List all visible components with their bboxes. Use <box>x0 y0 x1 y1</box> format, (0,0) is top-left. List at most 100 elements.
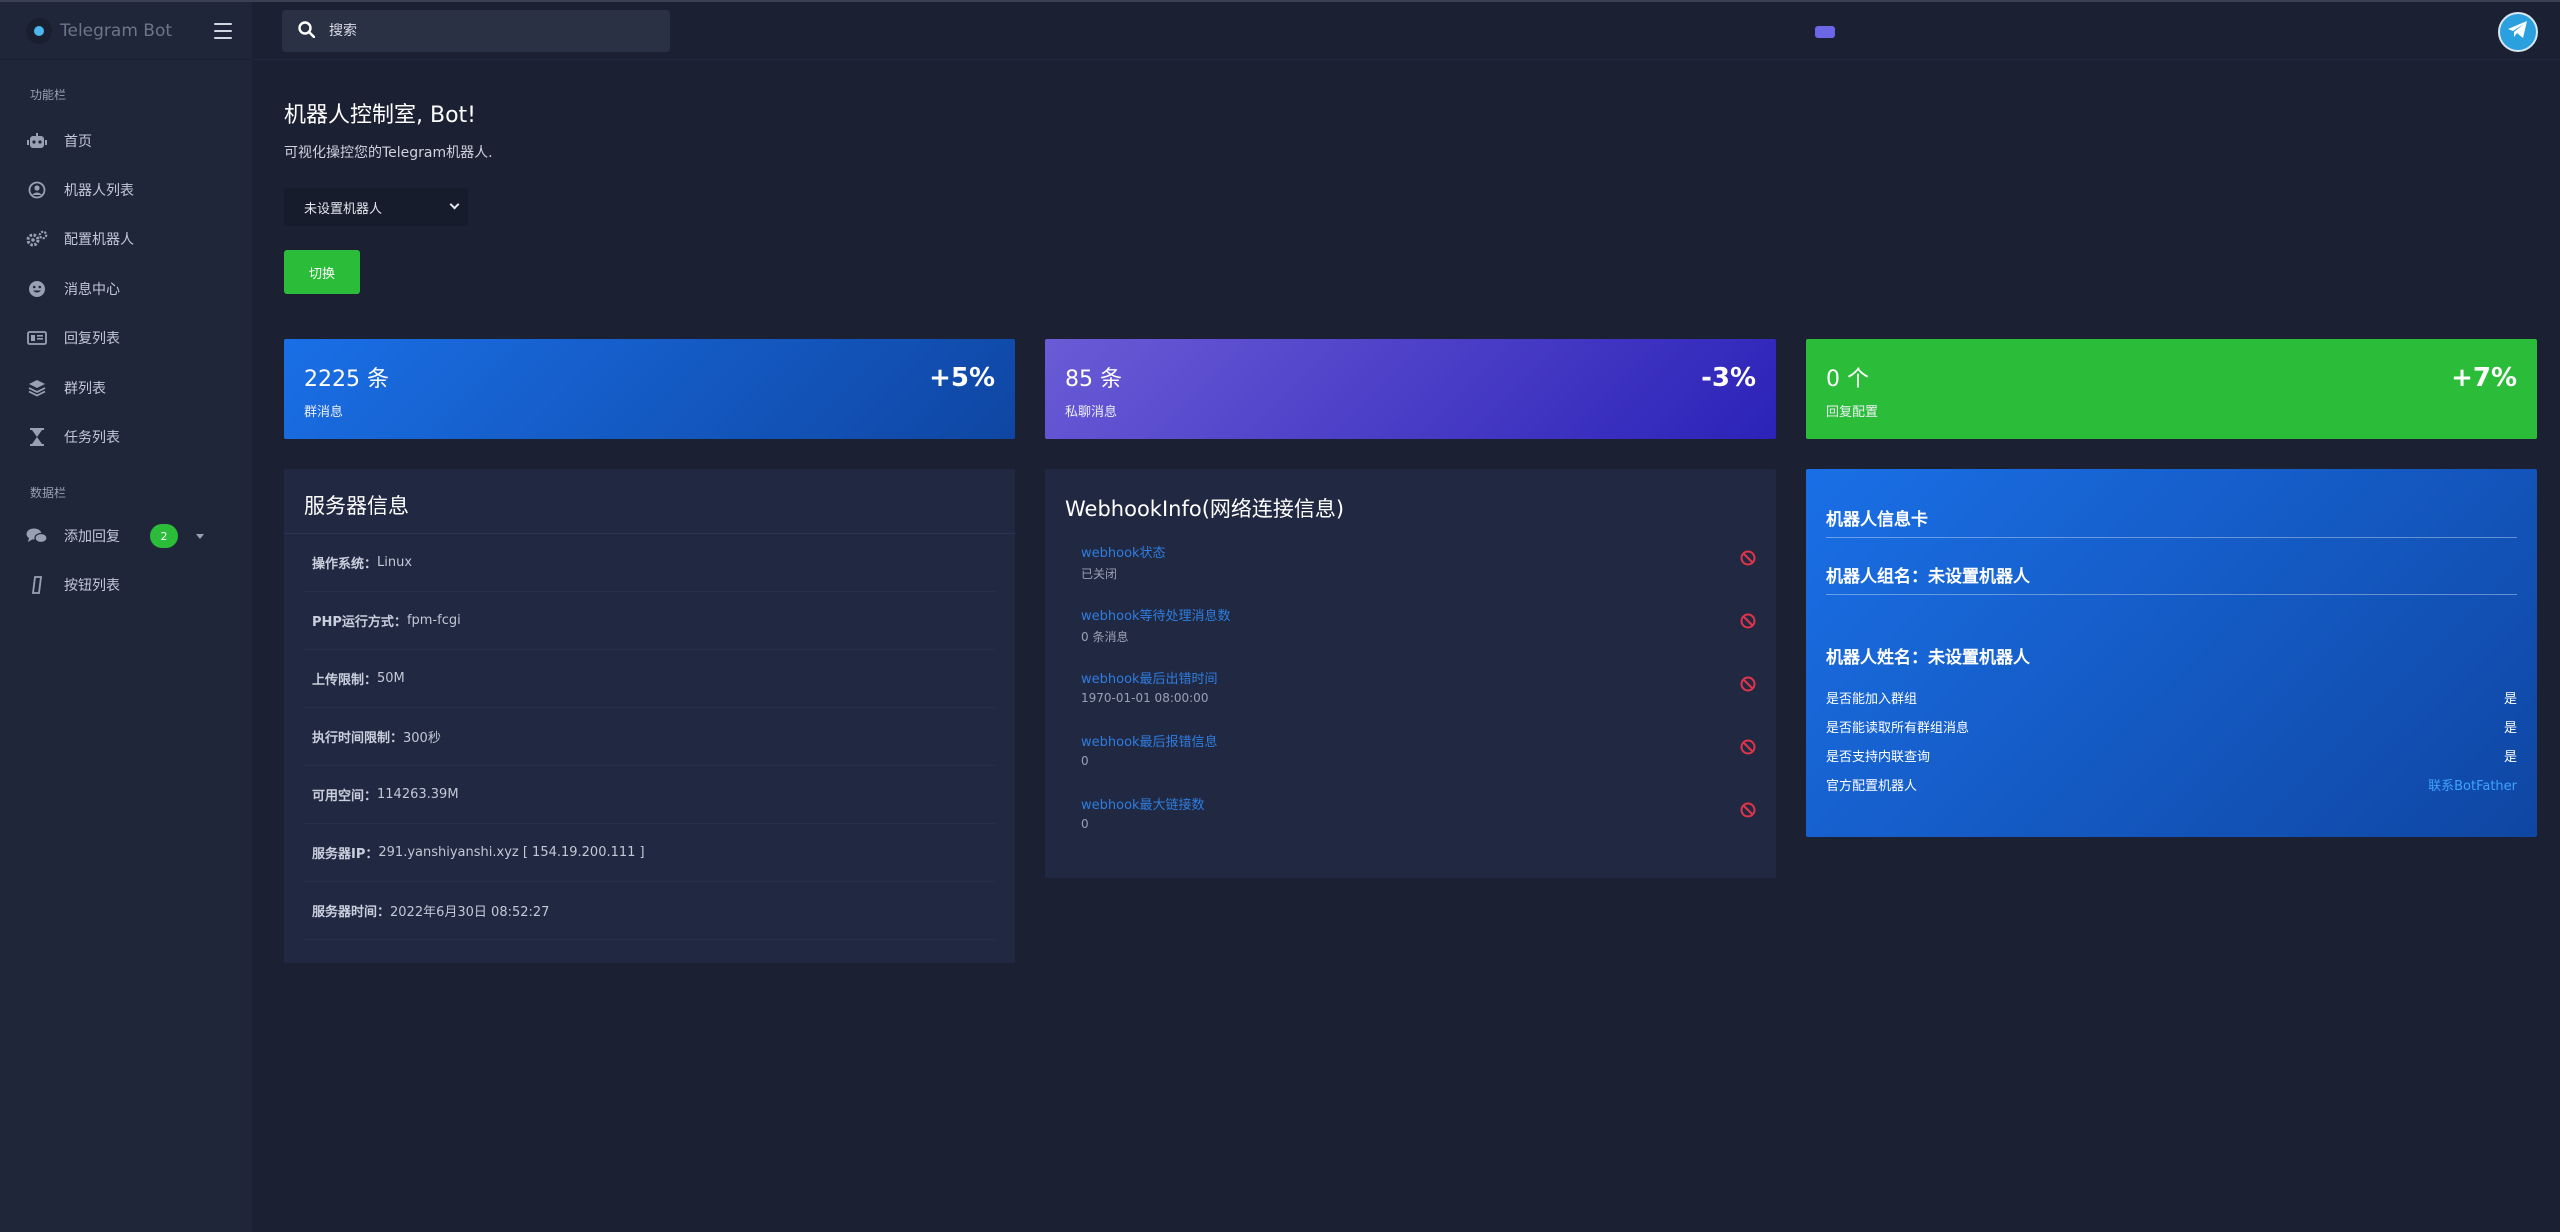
chevron-down-icon[interactable] <box>196 533 204 539</box>
stat-label: 私聊消息 <box>1065 405 1118 420</box>
webhook-key-link[interactable]: webhook最后报错信息 <box>1081 731 1218 750</box>
webhook-key-link[interactable]: webhook等待处理消息数 <box>1081 605 1231 624</box>
stat-change: +7% <box>2451 363 2517 393</box>
row-key: 是否支持内联查询 <box>1826 750 1931 765</box>
webhook-value: 0 条消息 <box>1081 630 1129 644</box>
row-value: 是 <box>2503 692 2517 707</box>
ban-icon <box>1740 802 1756 822</box>
sidebar-item-add-reply[interactable]: 添加回复 2 <box>0 516 252 556</box>
server-row: PHP运行方式： fpm-fcgi <box>304 592 995 650</box>
card-title: 机器人信息卡 <box>1826 510 1928 530</box>
server-row: 服务器IP： 291.yanshiyanshi.xyz [ 154.19.200.… <box>304 824 995 882</box>
webhook-row: webhook等待处理消息数 0 条消息 <box>1081 605 1756 665</box>
webhook-value: 已关闭 <box>1081 567 1118 581</box>
brand-name: Telegram Bot <box>60 20 173 41</box>
row-value: Linux <box>377 555 413 570</box>
webhook-key-link[interactable]: webhook最大链接数 <box>1081 794 1205 813</box>
server-row: 上传限制： 50M <box>304 650 995 708</box>
telegram-icon <box>2507 20 2529 44</box>
row-key: 官方配置机器人 <box>1826 779 1918 794</box>
search-input[interactable] <box>329 23 649 39</box>
sidebar-item-task-list[interactable]: 任务列表 <box>0 417 252 457</box>
webhook-value: 0 <box>1081 754 1089 768</box>
ban-icon <box>1740 550 1756 570</box>
row-value: 是 <box>2503 750 2517 765</box>
sidebar-item-button-list[interactable]: 按钮列表 <box>0 565 252 605</box>
webhook-key-link[interactable]: webhook最后出错时间 <box>1081 668 1218 687</box>
sidebar: Telegram Bot 功能栏 首页 机器人列表 配置机器人 消息中心 回复列… <box>0 2 252 1232</box>
stat-label: 群消息 <box>304 405 344 420</box>
stat-value: 85 条 <box>1065 367 1122 392</box>
sidebar-item-message-center[interactable]: 消息中心 <box>0 269 252 309</box>
stat-card-reply-config: 0 个 回复配置 +7% <box>1806 339 2537 439</box>
webhook-value: 1970-01-01 08:00:00 <box>1081 691 1209 705</box>
row-key: 是否能读取所有群组消息 <box>1826 721 1970 736</box>
ban-icon <box>1740 613 1756 633</box>
webhook-row: webhook最后出错时间 1970-01-01 08:00:00 <box>1081 668 1756 728</box>
sidebar-item-label: 按钮列表 <box>64 578 120 594</box>
row-value: 2022年6月30日 08:52:27 <box>390 905 550 920</box>
botfather-link[interactable]: 联系BotFather <box>2428 775 2517 794</box>
sidebar-item-home[interactable]: 首页 <box>0 121 252 161</box>
sidebar-item-bot-list[interactable]: 机器人列表 <box>0 170 252 210</box>
notification-indicator[interactable] <box>1815 26 1835 38</box>
bot-info-row: 是否能读取所有群组消息 是 <box>1826 717 2517 736</box>
webhook-key-link[interactable]: webhook状态 <box>1081 542 1166 561</box>
robot-icon <box>26 132 48 150</box>
sidebar-section-title: 功能栏 <box>30 88 67 102</box>
sidebar-item-group-list[interactable]: 群列表 <box>0 368 252 408</box>
server-row: 服务器时间： 2022年6月30日 08:52:27 <box>304 882 995 940</box>
row-key: PHP运行方式： <box>312 615 407 630</box>
webhook-row: webhook状态 已关闭 <box>1081 542 1756 602</box>
user-circle-icon <box>26 181 48 199</box>
sidebar-item-label: 机器人列表 <box>64 183 134 199</box>
bot-info-row: 是否能加入群组 是 <box>1826 688 2517 707</box>
server-row: 执行时间限制： 300秒 <box>304 708 995 766</box>
top-header <box>252 2 2560 60</box>
count-badge: 2 <box>150 524 178 548</box>
divider <box>1826 594 2517 595</box>
bot-group-name: 机器人组名：未设置机器人 <box>1826 567 2030 587</box>
stat-card-private-messages: 85 条 私聊消息 -3% <box>1045 339 1776 439</box>
webhook-row: webhook最后报错信息 0 <box>1081 731 1756 791</box>
search-icon <box>298 20 316 42</box>
sidebar-item-reply-list[interactable]: 回复列表 <box>0 318 252 358</box>
sidebar-item-label: 任务列表 <box>64 430 120 446</box>
row-value: fpm-fcgi <box>406 613 461 628</box>
search-box[interactable] <box>282 10 670 52</box>
sidebar-item-label: 回复列表 <box>64 331 120 347</box>
switch-button[interactable]: 切换 <box>284 250 360 294</box>
server-row: 可用空间： 114263.39M <box>304 766 995 824</box>
layers-icon <box>26 379 48 397</box>
stat-value: 2225 条 <box>304 367 389 392</box>
row-key: 执行时间限制： <box>312 731 404 746</box>
sidebar-item-label: 首页 <box>64 134 92 150</box>
telegram-avatar[interactable] <box>2498 12 2538 52</box>
webhook-row: webhook最大链接数 0 <box>1081 794 1756 854</box>
sidebar-item-config-bot[interactable]: 配置机器人 <box>0 219 252 259</box>
sidebar-item-label: 配置机器人 <box>64 232 134 248</box>
ban-icon <box>1740 739 1756 759</box>
bot-info-row: 官方配置机器人 联系BotFather <box>1826 775 2517 794</box>
sidebar-section-title: 数据栏 <box>30 486 67 500</box>
stat-value: 0 个 <box>1826 367 1869 392</box>
row-key: 操作系统： <box>312 557 378 572</box>
row-key: 服务器时间： <box>312 905 391 920</box>
row-value: 是 <box>2503 721 2517 736</box>
stat-label: 回复配置 <box>1826 405 1879 420</box>
webhook-value: 0 <box>1081 817 1089 831</box>
menu-toggle-icon[interactable] <box>214 23 232 44</box>
ban-icon <box>1740 676 1756 696</box>
sidebar-item-label: 群列表 <box>64 381 106 397</box>
chevron-down-icon <box>449 199 460 210</box>
row-key: 可用空间： <box>312 789 378 804</box>
bot-select[interactable]: 未设置机器人 <box>284 188 468 226</box>
page-subtitle: 可视化操控您的Telegram机器人. <box>284 145 493 161</box>
stat-change: -3% <box>1701 363 1756 393</box>
sidebar-item-label: 添加回复 <box>64 529 120 545</box>
row-key: 是否能加入群组 <box>1826 692 1918 707</box>
bot-info-card: 机器人信息卡 机器人组名：未设置机器人 机器人姓名：未设置机器人 是否能加入群组… <box>1806 469 2537 837</box>
pencil-icon <box>26 576 48 594</box>
id-card-icon <box>26 329 48 347</box>
row-value: 300秒 <box>403 731 441 746</box>
